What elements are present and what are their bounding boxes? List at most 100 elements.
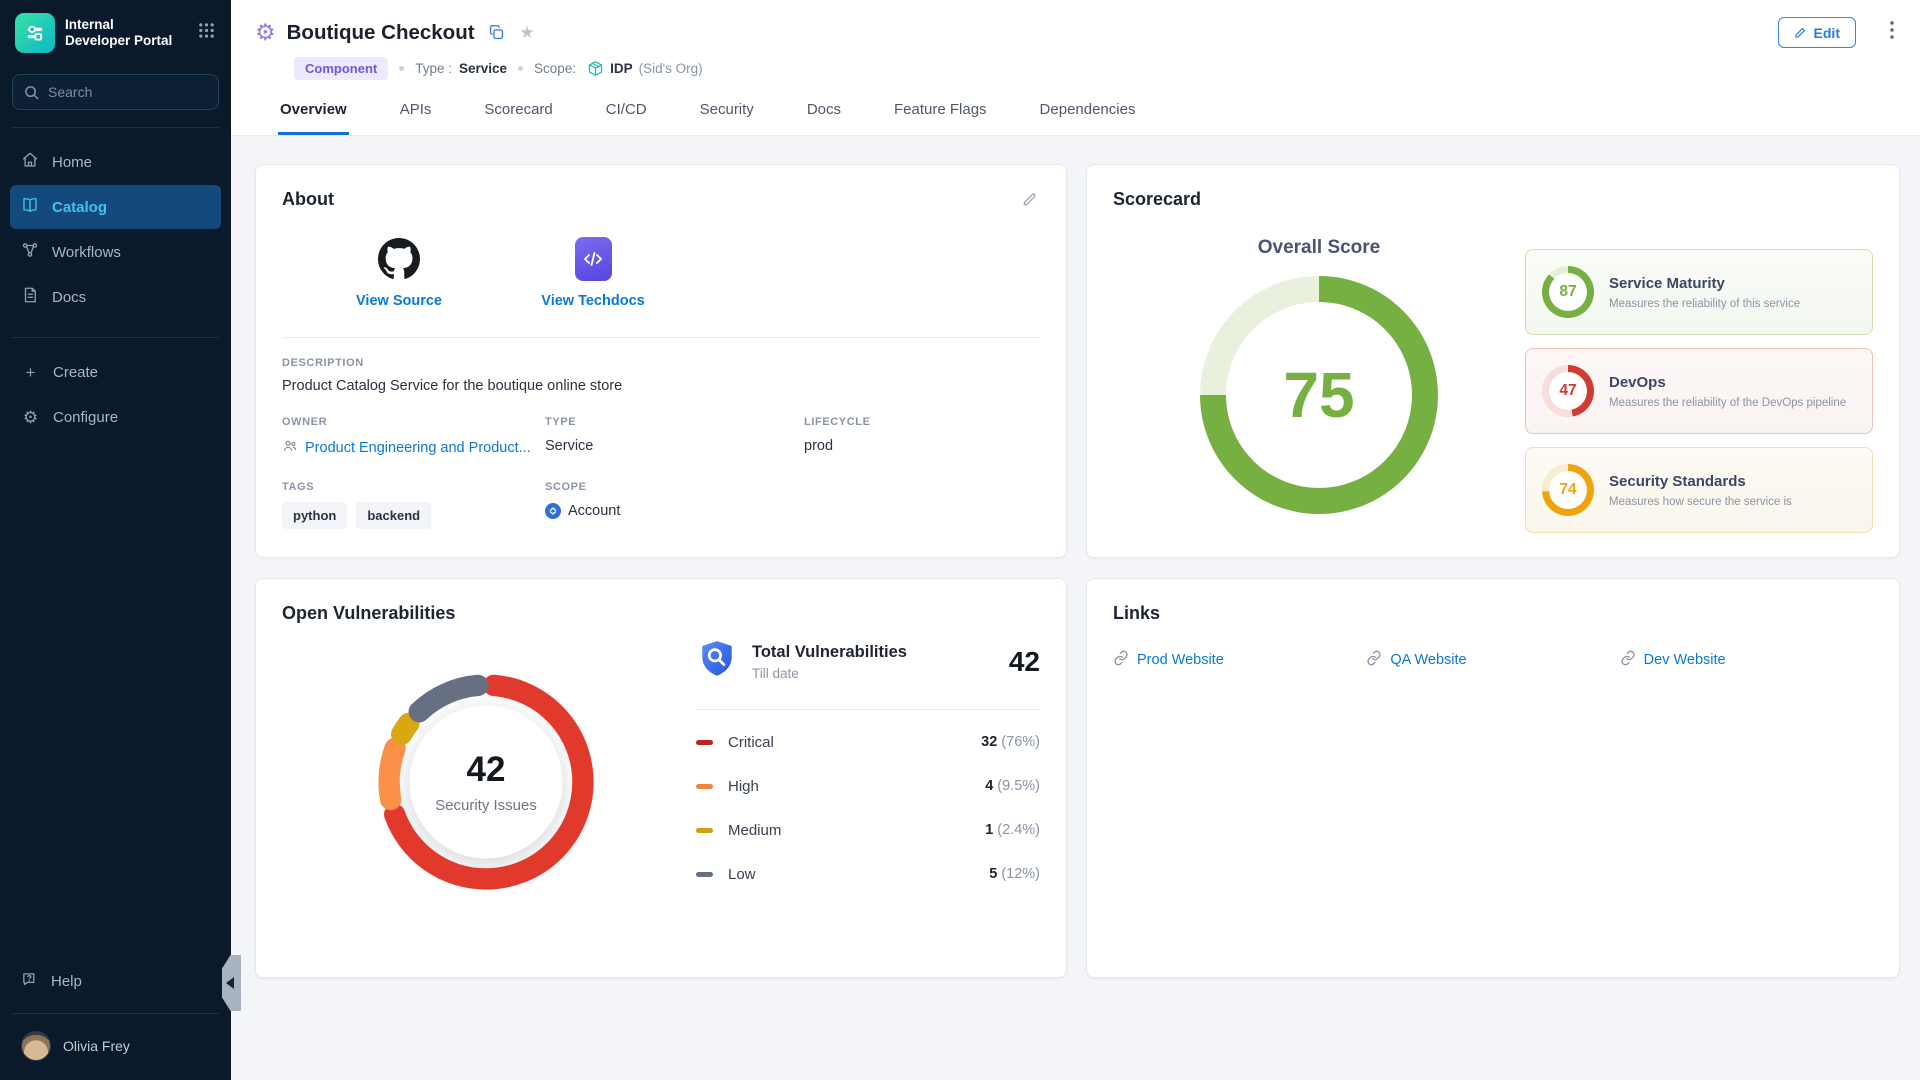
scope-value-wrap: IDP (Sid's Org) [587,60,703,77]
app-title: Internal Developer Portal [65,17,172,50]
app-logo-icon[interactable] [15,13,55,53]
high-dash-icon [696,784,713,789]
scorecard-mini-card[interactable]: 74 Security Standards Measures how secur… [1525,447,1873,533]
group-icon [282,438,298,458]
score-ring-icon: 47 [1542,365,1594,417]
sidebar-divider [12,127,219,128]
search-input[interactable]: Search [12,74,219,110]
critical-dash-icon [696,740,713,745]
sidebar-nav: Home Catalog Workflows Docs [0,139,231,320]
copy-icon[interactable] [486,22,507,43]
sidebar-item-catalog[interactable]: Catalog [10,185,221,229]
tab-feature-flags[interactable]: Feature Flags [892,101,989,135]
tab-security[interactable]: Security [698,101,756,135]
tab-docs[interactable]: Docs [805,101,843,135]
user-profile[interactable]: Olivia Frey [0,1020,231,1072]
overall-score-ring: 75 [1200,276,1438,514]
sidebar-item-workflows[interactable]: Workflows [10,230,221,274]
title-row: ⚙ Boutique Checkout ★ Edit [255,17,1900,48]
scorecard-mini-card[interactable]: 47 DevOps Measures the reliability of th… [1525,348,1873,434]
logo-row: Internal Developer Portal [0,0,231,59]
content-grid: About View Source [231,136,1920,1080]
avatar [21,1031,51,1061]
tab-scorecard[interactable]: Scorecard [482,101,554,135]
tag-chip[interactable]: python [282,502,347,529]
vulnerability-donut-chart [360,656,612,908]
scope-value: IDP [610,61,633,76]
tags-label: TAGS [282,481,545,493]
plus-icon: + [21,364,40,381]
scorecard-card: Scorecard Overall Score 75 87 [1086,164,1900,558]
user-name: Olivia Frey [63,1038,130,1054]
score-ring-icon: 87 [1542,266,1594,318]
tab-apis[interactable]: APIs [398,101,434,135]
medium-dash-icon [696,828,713,833]
severity-row-high: High 4(9.5%) [696,764,1040,808]
vulnerabilities-card: Open Vulnerabilities 42 Security Issues [255,578,1067,978]
kebab-menu-icon[interactable] [1884,17,1900,48]
about-card-title: About [282,189,334,210]
page-title: Boutique Checkout [287,21,475,45]
owner-field: OWNER Product Engineering and Product... [282,416,545,458]
about-divider [282,337,1040,338]
scope-org: (Sid's Org) [639,61,703,76]
link-label: QA Website [1390,652,1466,668]
link-qa-website[interactable]: QA Website [1366,650,1619,670]
links-card-title: Links [1113,603,1873,624]
owner-value-link[interactable]: Product Engineering and Product... [305,440,531,456]
vulnerability-donut-block: 42 Security Issues [282,624,690,908]
search-icon [24,85,39,100]
view-source-link[interactable]: View Source [324,236,474,309]
vulnerabilities-card-title: Open Vulnerabilities [282,603,1040,624]
sidebar-item-create[interactable]: + Create [10,350,221,394]
cube-icon [587,60,604,77]
severity-row-critical: Critical 32(76%) [696,720,1040,764]
overall-score-label: Overall Score [1113,237,1525,259]
sidebar-item-help[interactable]: Help [10,959,221,1003]
owner-label: OWNER [282,416,545,428]
scope-field-value: Account [568,503,620,519]
tab-cicd[interactable]: CI/CD [604,101,649,135]
edit-button[interactable]: Edit [1778,17,1856,48]
star-icon[interactable]: ★ [518,22,537,43]
link-icon [1366,650,1382,670]
view-techdocs-link[interactable]: View Techdocs [518,236,668,309]
description-label: DESCRIPTION [282,357,1040,369]
type-field: TYPE Service [545,416,804,458]
gear-icon: ⚙ [21,409,40,426]
overall-score-value: 75 [1283,358,1354,432]
about-card: About View Source [255,164,1067,558]
type-field-label: TYPE [545,416,804,428]
sidebar-item-home[interactable]: Home [10,140,221,184]
edit-pencil-icon[interactable] [1019,189,1040,210]
type-field-value: Service [545,438,804,454]
tag-chip[interactable]: backend [356,502,431,529]
link-prod-website[interactable]: Prod Website [1113,650,1366,670]
sidebar-actions: + Create ⚙ Configure [0,349,231,440]
sidebar-item-label: Configure [53,409,118,426]
tab-dependencies[interactable]: Dependencies [1038,101,1138,135]
home-icon [21,151,39,173]
apps-grid-icon[interactable] [194,18,219,48]
shield-search-icon [696,638,738,685]
scorecard-mini-card[interactable]: 87 Service Maturity Measures the reliabi… [1525,249,1873,335]
scorecard-desc: Measures how secure the service is [1609,496,1792,508]
kind-badge[interactable]: Component [294,57,388,80]
score-ring-icon: 74 [1542,464,1594,516]
vulnerability-summary-block: Total Vulnerabilities Till date 42 Criti… [696,624,1040,908]
scorecard-list: 87 Service Maturity Measures the reliabi… [1525,249,1873,533]
edit-button-label: Edit [1814,25,1840,41]
page-header: ⚙ Boutique Checkout ★ Edit Component Typ… [231,0,1920,80]
total-vulnerabilities-count: 42 [1009,646,1040,678]
scope-label: Scope: [534,61,576,76]
sidebar-item-configure[interactable]: ⚙ Configure [10,395,221,439]
severity-row-medium: Medium 1(2.4%) [696,808,1040,852]
tab-overview[interactable]: Overview [278,101,349,135]
total-vulnerabilities-title: Total Vulnerabilities [752,643,907,662]
scorecard-desc: Measures the reliability of this service [1609,298,1800,310]
scorecard-name: Service Maturity [1609,275,1800,292]
link-dev-website[interactable]: Dev Website [1620,650,1873,670]
sidebar-item-docs[interactable]: Docs [10,275,221,319]
entity-meta-row: Component Type : Service Scope: IDP (Sid… [294,57,1900,80]
chevron-left-icon [226,977,234,989]
